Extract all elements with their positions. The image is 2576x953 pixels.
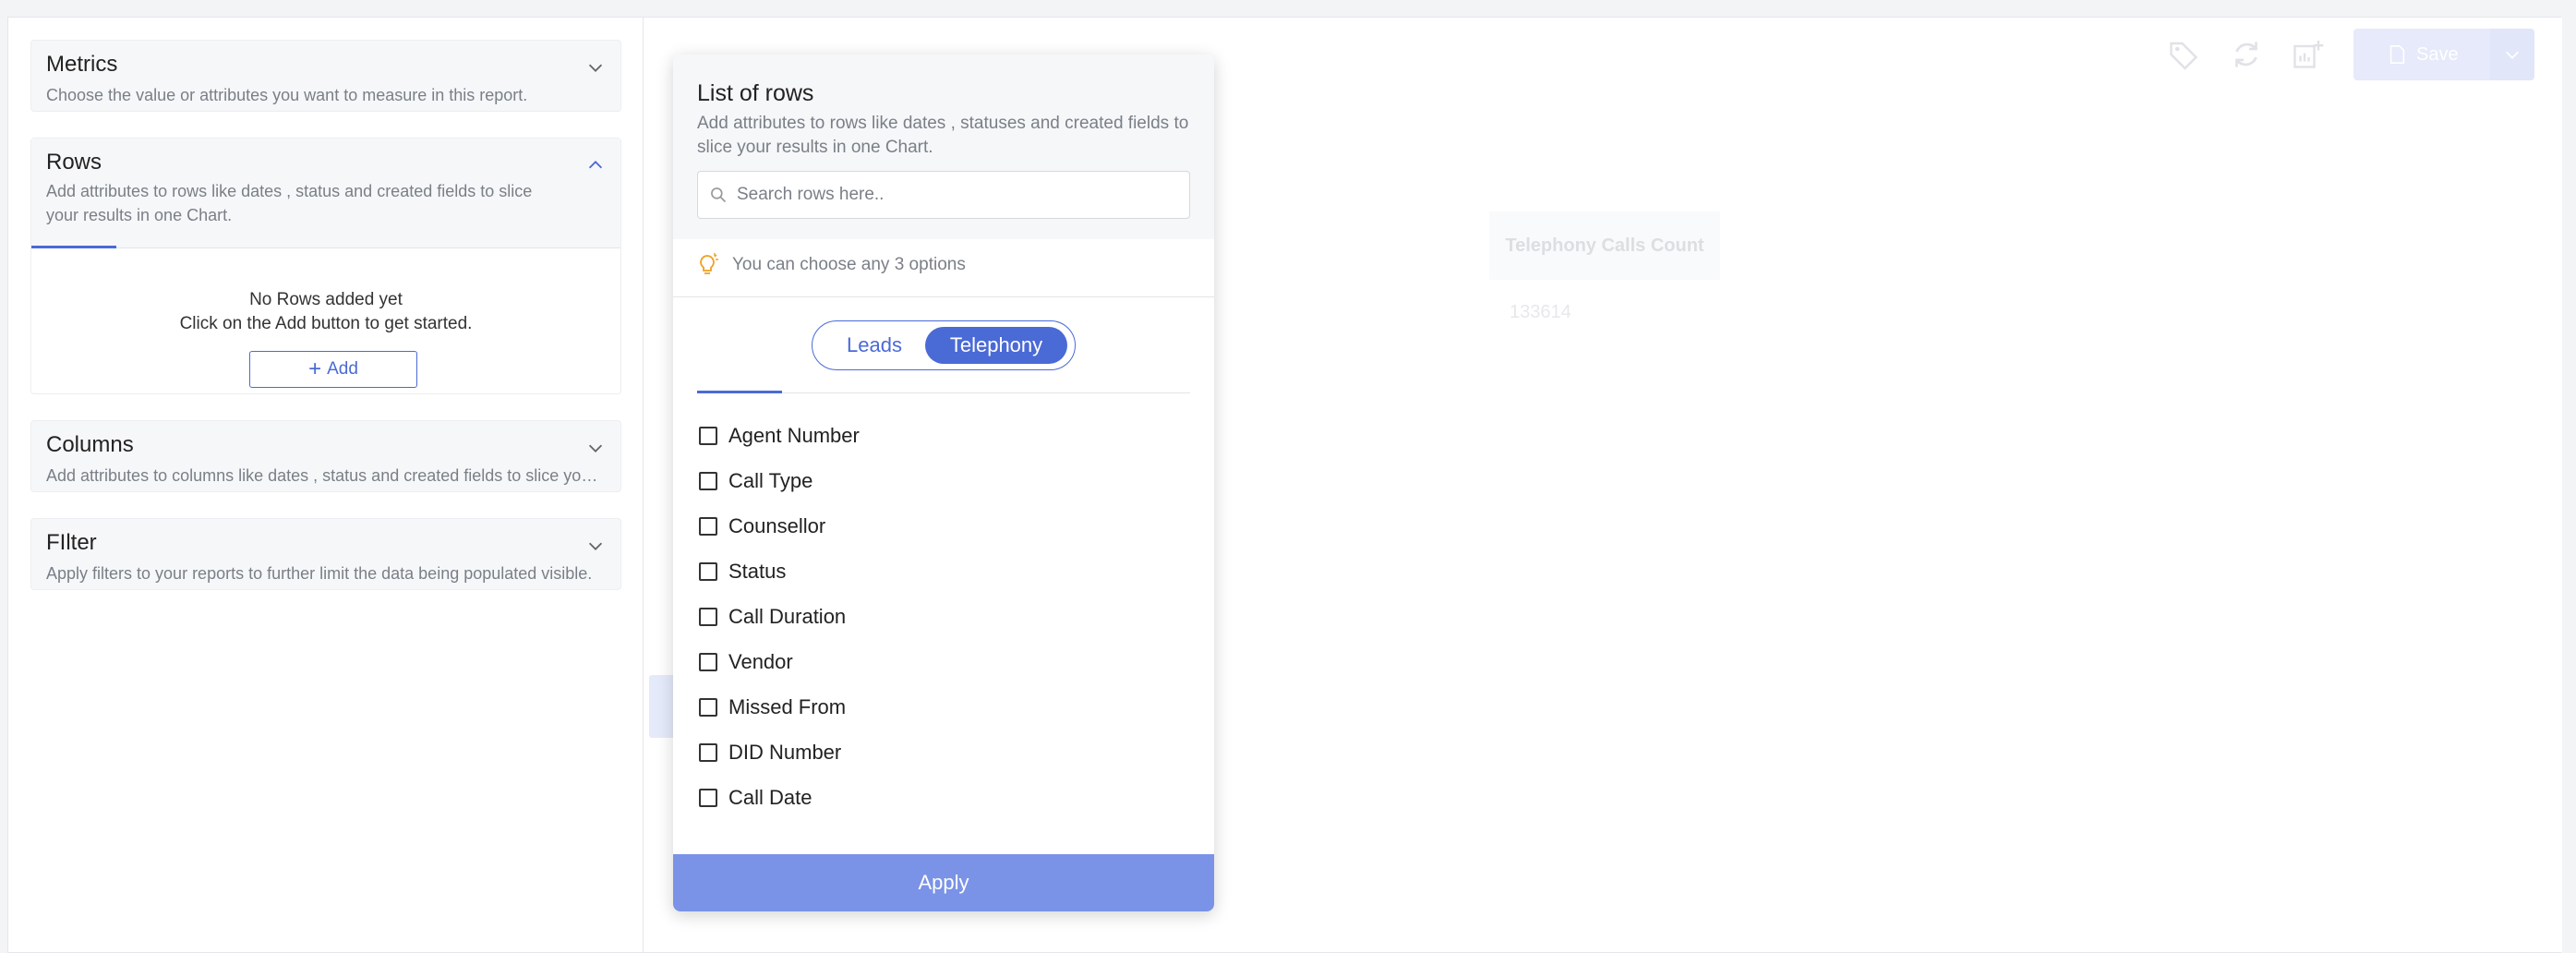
save-label: Save (2416, 43, 2459, 65)
tab-indicator (697, 391, 782, 393)
search-icon (711, 187, 727, 203)
metrics-title: Metrics (46, 52, 118, 77)
tag-icon[interactable] (2167, 38, 2200, 71)
hint-text: You can choose any 3 options (732, 255, 966, 274)
hint-divider (673, 296, 1214, 297)
file-icon (2389, 45, 2405, 64)
lightbulb-icon (700, 253, 718, 274)
rows-header[interactable]: Rows Add attributes to rows like dates ,… (31, 139, 620, 247)
checkbox[interactable] (699, 697, 717, 717)
chevron-up-icon[interactable] (585, 155, 606, 175)
option-label: Counsellor (728, 513, 826, 537)
option-did-number[interactable]: DID Number (699, 730, 1188, 775)
apply-button[interactable]: Apply (673, 854, 1214, 911)
popover-header: List of rows Add attributes to rows like… (673, 54, 1214, 239)
chevron-down-icon[interactable] (585, 57, 606, 78)
option-label: Call Duration (728, 604, 847, 628)
plus-icon: + (308, 356, 322, 381)
metric-header: Telephony Calls Count (1489, 211, 1720, 280)
rows-section: Rows Add attributes to rows like dates ,… (30, 138, 621, 394)
option-label: Vendor (728, 649, 793, 673)
report-builder: Metrics Choose the value or attributes y… (7, 17, 2562, 953)
checkbox[interactable] (699, 516, 717, 536)
save-options-button[interactable] (2490, 29, 2534, 80)
checkbox[interactable] (699, 426, 717, 445)
option-status[interactable]: Status (699, 549, 1188, 594)
search-field[interactable] (697, 171, 1190, 219)
option-call-duration[interactable]: Call Duration (699, 594, 1188, 639)
option-label: Missed From (728, 694, 847, 718)
columns-section[interactable]: Columns Add attributes to columns like d… (30, 420, 621, 492)
columns-title: Columns (46, 432, 134, 457)
toggle-telephony[interactable]: Telephony (925, 327, 1067, 364)
option-call-date[interactable]: Call Date (699, 775, 1188, 820)
columns-desc: Add attributes to columns like dates , s… (46, 466, 600, 485)
metrics-section[interactable]: Metrics Choose the value or attributes y… (30, 40, 621, 112)
popover-desc: Add attributes to rows like dates , stat… (697, 114, 1189, 157)
option-label: DID Number (728, 740, 842, 764)
add-button-label: Add (327, 359, 358, 379)
filter-title: FIlter (46, 530, 97, 555)
option-label: Call Date (728, 785, 813, 809)
chevron-down-icon (2505, 51, 2520, 59)
checkbox[interactable] (699, 788, 717, 807)
empty-state-hint: Click on the Add button to get started. (179, 314, 473, 333)
rows-title: Rows (46, 150, 102, 175)
option-label: Status (728, 559, 787, 583)
option-agent-number[interactable]: Agent Number (699, 413, 1188, 458)
chevron-down-icon[interactable] (585, 536, 606, 556)
option-missed-from[interactable]: Missed From (699, 684, 1188, 730)
checkbox[interactable] (699, 742, 717, 762)
filter-desc: Apply filters to your reports to further… (46, 564, 593, 583)
filter-section[interactable]: FIlter Apply filters to your reports to … (30, 518, 621, 590)
rows-divider (31, 247, 620, 248)
rows-desc-line-1: Add attributes to rows like dates , stat… (46, 182, 533, 200)
chevron-down-icon[interactable] (585, 438, 606, 458)
popover-title: List of rows (697, 80, 814, 106)
checkbox[interactable] (699, 561, 717, 581)
drag-handle[interactable] (649, 675, 675, 738)
selection-hint: You can choose any 3 options (697, 252, 966, 278)
option-label: Agent Number (728, 423, 860, 447)
search-input[interactable] (737, 185, 1180, 205)
toggle-leads[interactable]: Leads (820, 327, 929, 364)
source-toggle: Leads Telephony (812, 320, 1076, 370)
option-counsellor[interactable]: Counsellor (699, 503, 1188, 549)
rows-tab-indicator (31, 246, 116, 248)
checkbox[interactable] (699, 652, 717, 671)
add-to-dashboard-icon[interactable] (2291, 38, 2324, 71)
checkbox[interactable] (699, 607, 717, 626)
rows-desc-line-2: your results in one Chart. (46, 206, 233, 224)
checkbox[interactable] (699, 471, 717, 490)
add-row-button[interactable]: + Add (249, 351, 417, 388)
refresh-icon[interactable] (2230, 38, 2263, 71)
metrics-desc: Choose the value or attributes you want … (46, 86, 528, 104)
left-panel: Metrics Choose the value or attributes y… (8, 18, 644, 952)
rows-picker-popover: List of rows Add attributes to rows like… (673, 54, 1214, 911)
option-vendor[interactable]: Vendor (699, 639, 1188, 684)
option-label: Call Type (728, 468, 813, 492)
empty-state-title: No Rows added yet (249, 290, 403, 309)
metric-value: 133614 (1510, 302, 1571, 322)
option-call-type[interactable]: Call Type (699, 458, 1188, 503)
row-options-list: Agent Number Call Type Counsellor Status… (699, 413, 1188, 820)
